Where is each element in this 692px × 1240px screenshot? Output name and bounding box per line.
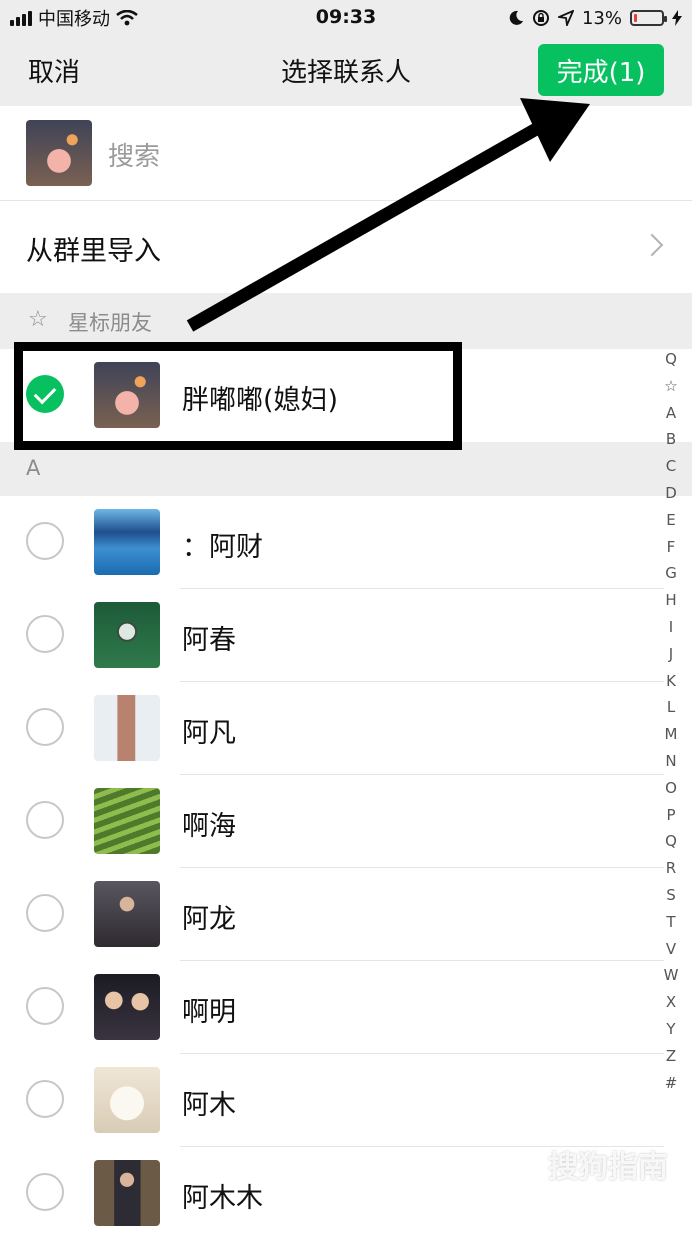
status-bar: 中国移动 09:33 13% <box>0 0 692 36</box>
tower-avatar <box>94 695 160 761</box>
search-input[interactable]: 搜索 <box>108 136 160 173</box>
contact-row[interactable]: 阿凡 <box>0 682 692 775</box>
green-avatar <box>94 602 160 668</box>
contact-name: 阿龙 <box>182 904 236 935</box>
index-letter[interactable]: Q <box>660 828 682 855</box>
index-hash[interactable]: # <box>660 1070 682 1097</box>
contact-name: 阿木木 <box>182 1183 263 1214</box>
checkbox-checked[interactable] <box>26 375 64 413</box>
checkbox-unchecked[interactable] <box>26 522 64 560</box>
contact-name: 阿凡 <box>182 718 236 749</box>
index-letter[interactable]: G <box>660 560 682 587</box>
contact-row[interactable]: 阿春 <box>0 589 692 682</box>
contact-name: 啊海 <box>182 811 236 842</box>
pig-avatar <box>94 362 160 428</box>
index-letter[interactable]: S <box>660 882 682 909</box>
index-letter[interactable]: Z <box>660 1043 682 1070</box>
index-letter[interactable]: H <box>660 587 682 614</box>
contact-row[interactable]: 阿龙 <box>0 868 692 961</box>
contact-row[interactable]: ：阿财 <box>0 496 692 589</box>
index-letter[interactable]: P <box>660 802 682 829</box>
contact-name: 阿春 <box>182 625 236 656</box>
index-letter[interactable]: E <box>660 507 682 534</box>
terrace-avatar <box>94 788 160 854</box>
dog-avatar <box>94 1067 160 1133</box>
couple-avatar <box>94 974 160 1040</box>
contact-row[interactable]: 啊明 <box>0 961 692 1054</box>
done-button[interactable]: 完成(1) <box>538 44 664 96</box>
contact-row-starred[interactable]: 胖嘟嘟(媳妇) <box>0 349 692 442</box>
contact-name: 胖嘟嘟(媳妇) <box>182 385 339 416</box>
index-letter[interactable]: V <box>660 936 682 963</box>
index-star-icon[interactable]: ☆ <box>660 373 682 400</box>
checkbox-unchecked[interactable] <box>26 1173 64 1211</box>
battery-percent: 13% <box>581 7 622 29</box>
index-letter[interactable]: O <box>660 775 682 802</box>
checkbox-unchecked[interactable] <box>26 894 64 932</box>
import-from-group-row[interactable]: 从群里导入 <box>0 201 692 293</box>
index-letter[interactable]: R <box>660 855 682 882</box>
man-avatar <box>94 881 160 947</box>
suit-avatar <box>94 1160 160 1226</box>
checkbox-unchecked[interactable] <box>26 1080 64 1118</box>
starred-section-label: 星标朋友 <box>68 311 152 335</box>
index-letter[interactable]: T <box>660 909 682 936</box>
index-letter[interactable]: M <box>660 721 682 748</box>
contact-name: 阿木 <box>182 1090 236 1121</box>
checkbox-unchecked[interactable] <box>26 708 64 746</box>
star-icon: ☆ <box>28 307 48 332</box>
chevron-right-icon <box>640 233 664 257</box>
watermark-logo: 搜狗指南 <box>548 1150 668 1185</box>
checkbox-unchecked[interactable] <box>26 615 64 653</box>
index-letter[interactable]: I <box>660 614 682 641</box>
index-letter[interactable]: Y <box>660 1016 682 1043</box>
index-letter[interactable]: W <box>660 962 682 989</box>
checkbox-unchecked[interactable] <box>26 801 64 839</box>
index-letter[interactable]: J <box>660 641 682 668</box>
index-search-icon[interactable]: Q <box>660 346 682 373</box>
location-icon <box>557 10 574 26</box>
moon-icon <box>509 10 523 25</box>
index-letter[interactable]: B <box>660 426 682 453</box>
status-right: 13% <box>508 6 682 30</box>
charging-icon <box>672 10 682 26</box>
search-bar[interactable]: 搜索 <box>0 106 692 201</box>
contact-row[interactable]: 阿木 <box>0 1054 692 1147</box>
navigation-bar: 取消 选择联系人 完成(1) <box>0 36 692 106</box>
index-letter[interactable]: K <box>660 668 682 695</box>
index-letter[interactable]: N <box>660 748 682 775</box>
starred-section-header: ☆ 星标朋友 <box>0 293 692 347</box>
checkbox-unchecked[interactable] <box>26 987 64 1025</box>
section-header-a: A <box>0 442 692 496</box>
index-letter[interactable]: X <box>660 989 682 1016</box>
index-letter[interactable]: A <box>660 400 682 427</box>
index-letter[interactable]: C <box>660 453 682 480</box>
index-letter[interactable]: D <box>660 480 682 507</box>
rotation-lock-icon <box>532 10 549 26</box>
contact-row[interactable]: 啊海 <box>0 775 692 868</box>
index-letter[interactable]: F <box>660 534 682 561</box>
selected-contact-avatar[interactable] <box>26 120 92 186</box>
battery-icon <box>630 10 667 26</box>
section-letter: A <box>26 456 41 480</box>
index-letter[interactable]: L <box>660 694 682 721</box>
lake-avatar <box>94 509 160 575</box>
alphabet-index-bar[interactable]: Q ☆ A B C D E F G H I J K L M N O P Q R … <box>660 346 682 1096</box>
import-from-group-label: 从群里导入 <box>26 236 161 267</box>
contact-name: ：阿财 <box>182 532 263 563</box>
watermark-url: zhinan.sogou.com <box>529 1186 664 1201</box>
contact-name: 啊明 <box>182 997 236 1028</box>
